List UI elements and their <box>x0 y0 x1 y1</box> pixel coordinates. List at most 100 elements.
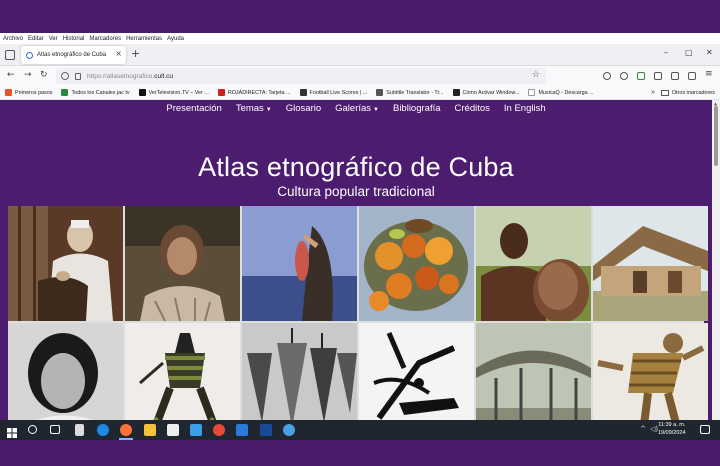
windows-start-icon[interactable] <box>6 424 18 438</box>
other-bookmarks[interactable]: » Otros marcadores <box>651 89 715 96</box>
search-icon[interactable] <box>28 425 37 434</box>
vpn-icon[interactable] <box>283 424 295 436</box>
site-title: Atlas etnográfico de Cuba <box>198 152 514 182</box>
extension-icon[interactable] <box>637 72 645 80</box>
photo-thatched-house[interactable] <box>593 206 708 321</box>
puzzle-icon[interactable] <box>671 72 679 80</box>
site-nav-item[interactable]: Temas ▼ <box>236 103 272 114</box>
more-bookmarks-icon[interactable]: » <box>651 89 655 96</box>
bookmark-favicon-icon <box>217 89 225 96</box>
bookmark-favicon-icon <box>299 89 307 96</box>
photo-fruits-bowl[interactable] <box>359 206 474 321</box>
photo-fisherman[interactable] <box>242 206 357 321</box>
bookmark-favicon-icon <box>528 89 536 96</box>
browser-window: Archivo Editar Ver Historial Marcadores … <box>0 33 720 440</box>
store-icon[interactable] <box>167 424 179 436</box>
bookmark-item[interactable]: Cómo Activar Window... <box>452 89 519 96</box>
scroll-thumb[interactable] <box>714 106 718 166</box>
close-window-icon[interactable]: ✕ <box>706 49 713 57</box>
windows-taskbar: ^ ◁) 11:39 a. m. 19/09/2024 <box>0 420 720 440</box>
menu-editar[interactable]: Editar <box>28 36 44 42</box>
bookmark-label: Football Live Scores | ... <box>309 89 368 96</box>
photos-icon[interactable] <box>190 424 202 436</box>
web-page: Presentación Temas ▼ Glosario Galerías ▼ Bibli… <box>0 100 712 440</box>
extension-2-icon[interactable] <box>654 72 662 80</box>
bookmark-label: Primeros pasos <box>15 89 53 96</box>
bookmark-item[interactable]: MusicaQ - Descarga ... <box>528 89 594 96</box>
url-bar[interactable]: https://atlasetnografico.cult.cu ☆ <box>56 68 546 84</box>
lock-icon[interactable] <box>75 72 81 80</box>
bookmark-item[interactable]: VerTelevision.TV – Ver ... <box>138 89 209 96</box>
site-nav-item[interactable]: Galerías ▼ <box>335 103 379 114</box>
pocket-icon[interactable] <box>603 72 611 80</box>
menu-ayuda[interactable]: Ayuda <box>167 36 184 42</box>
bookmark-item[interactable]: ROJADIRECTA: Tarjeta ... <box>217 89 291 96</box>
share-icon[interactable] <box>688 72 696 80</box>
bookmark-label: VerTelevision.TV – Ver ... <box>148 89 209 96</box>
site-nav-label: Presentación <box>166 103 222 114</box>
notifications-icon[interactable] <box>700 425 710 434</box>
site-nav-item[interactable]: Presentación <box>166 103 221 114</box>
bookmark-favicon-icon <box>452 89 460 96</box>
bookmark-favicon-icon <box>376 89 384 96</box>
menu-marcadores[interactable]: Marcadores <box>89 36 121 42</box>
page-scrollbar[interactable]: ▲ ▼ <box>712 100 720 440</box>
site-nav-label: In English <box>503 103 546 114</box>
bookmark-item[interactable]: Football Live Scores | ... <box>299 89 368 96</box>
app-icon[interactable] <box>236 424 248 436</box>
menu-icon[interactable]: ≡ <box>705 69 713 79</box>
volume-icon[interactable]: ◁) <box>650 425 658 433</box>
chrome-icon[interactable] <box>213 424 225 436</box>
bookmark-star-icon[interactable]: ☆ <box>532 70 540 80</box>
file-explorer-icon[interactable] <box>144 424 156 436</box>
site-nav-item[interactable]: Glosario <box>286 103 321 114</box>
close-tab-icon[interactable]: × <box>115 50 122 58</box>
site-nav-label: Glosario <box>285 103 322 114</box>
active-app-indicator <box>119 438 133 440</box>
minimize-icon[interactable]: – <box>664 49 668 57</box>
reload-icon[interactable]: ↻ <box>40 70 48 80</box>
bookmark-label: Todos los Canales jac tv <box>71 89 130 96</box>
bookmark-label: Subtitle Translator - Tr... <box>386 89 444 96</box>
task-view-icon[interactable] <box>50 425 60 434</box>
caret-down-icon: ▼ <box>373 107 379 113</box>
photoshop-icon[interactable] <box>260 424 272 436</box>
account-icon[interactable] <box>620 72 628 80</box>
tray-chevron-icon[interactable]: ^ <box>640 425 646 433</box>
site-nav-item[interactable]: Bibliografía <box>393 103 441 114</box>
site-nav-label: Bibliografía <box>392 103 441 114</box>
edge-icon[interactable] <box>97 424 109 436</box>
site-navigation: Presentación Temas ▼ Glosario Galerías ▼ Bibli… <box>0 103 712 114</box>
calculator-icon[interactable] <box>75 424 84 436</box>
photo-woman-portrait[interactable] <box>125 206 240 321</box>
site-nav-item[interactable]: Créditos <box>455 103 490 114</box>
maximize-icon[interactable]: ▢ <box>685 49 693 57</box>
other-bookmarks-label: Otros marcadores <box>671 89 715 96</box>
bookmark-label: ROJADIRECTA: Tarjeta ... <box>227 89 291 96</box>
menu-archivo[interactable]: Archivo <box>3 36 23 42</box>
bookmark-item[interactable]: Subtitle Translator - Tr... <box>376 89 444 96</box>
back-icon[interactable]: ← <box>7 70 15 80</box>
caret-down-icon: ▼ <box>265 107 272 113</box>
tab-atlas[interactable]: Atlas etnográfico de Cuba × <box>21 46 126 64</box>
photo-young-man[interactable] <box>476 206 591 321</box>
system-clock[interactable]: 11:39 a. m. 19/09/2024 <box>658 421 686 437</box>
bookmark-item[interactable]: Primeros pasos <box>5 89 52 96</box>
forward-icon[interactable]: → <box>24 70 32 80</box>
photo-old-man[interactable] <box>8 206 123 321</box>
url-text[interactable]: https://atlasetnografico.cult.cu <box>87 73 173 80</box>
menu-ver[interactable]: Ver <box>49 36 58 42</box>
menu-herramientas[interactable]: Herramientas <box>126 36 162 42</box>
bookmarks-toolbar: Primeros pasos Todos los Canales jac tv Ve… <box>0 86 720 100</box>
menu-historial[interactable]: Historial <box>63 36 85 42</box>
list-tabs-icon[interactable] <box>5 50 15 60</box>
firefox-icon[interactable] <box>120 424 132 436</box>
bookmark-favicon-icon <box>61 89 69 96</box>
site-nav-label: Galerías <box>335 103 372 114</box>
site-nav-item[interactable]: In English <box>504 103 546 114</box>
new-tab-button[interactable]: + <box>131 48 140 60</box>
shield-icon[interactable] <box>61 72 69 80</box>
bookmark-item[interactable]: Todos los Canales jac tv <box>61 89 130 96</box>
menu-bar: Archivo Editar Ver Historial Marcadores … <box>0 33 720 44</box>
tab-title: Atlas etnográfico de Cuba <box>37 52 107 58</box>
